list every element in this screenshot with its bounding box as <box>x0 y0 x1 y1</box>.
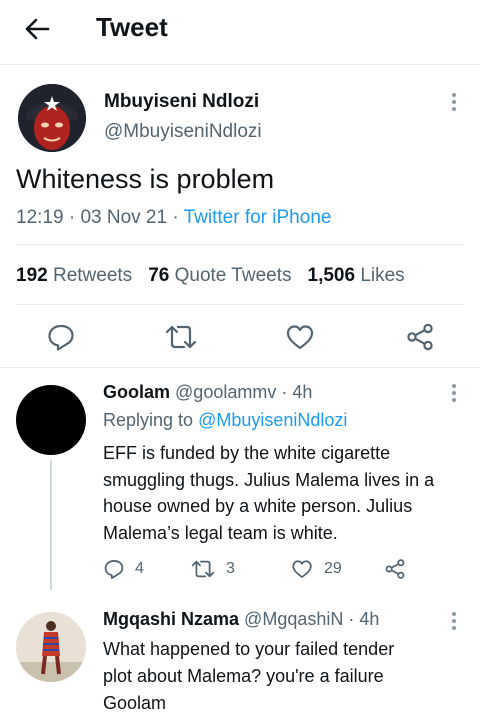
retweets-label: Retweets <box>52 265 133 286</box>
author-handle[interactable]: @MbuyiseniNdlozi <box>104 121 262 143</box>
reply-text: EFF is funded by the white cigarette smu… <box>103 440 434 546</box>
actions-divider <box>0 367 480 368</box>
reply-retweets-count: 3 <box>226 560 235 577</box>
replying-to-label: Replying to <box>103 410 194 430</box>
share-icon <box>385 559 405 579</box>
reply-replies-count: 4 <box>135 560 144 577</box>
retweet-icon <box>191 560 215 578</box>
avatar-illustration <box>18 84 86 152</box>
reply-age: 4h <box>292 382 313 402</box>
reply-more-icon[interactable] <box>451 384 457 402</box>
thread-line <box>50 460 52 590</box>
tweet-stats: 192 Retweets 76 Quote Tweets 1,506 Likes <box>16 265 405 287</box>
share-button[interactable] <box>405 322 435 352</box>
back-button[interactable] <box>22 14 56 44</box>
tweet-text: Whiteness is problem <box>16 164 275 194</box>
reply-header: Mgqashi Nzama @MgqashiN · 4h <box>103 609 379 630</box>
reply-like-button[interactable]: 29 <box>290 558 342 580</box>
reply-header: Goolam @goolammv · 4h <box>103 382 312 403</box>
quotes-label: Quote Tweets <box>174 265 292 286</box>
more-options-icon[interactable] <box>451 93 457 111</box>
reply-share-button[interactable] <box>384 558 406 580</box>
replying-to-link[interactable]: @MbuyiseniNdlozi <box>198 410 347 430</box>
reply-icon <box>104 560 124 580</box>
retweet-button[interactable] <box>164 322 198 352</box>
reply-more-icon[interactable] <box>451 612 457 630</box>
reply-reply-button[interactable]: 4 <box>103 558 144 580</box>
author-name[interactable]: Mbuyiseni Ndlozi <box>104 91 259 113</box>
avatar-photo <box>16 612 86 682</box>
tweet-meta: 12:19 · 03 Nov 21 · Twitter for iPhone <box>16 207 331 229</box>
reply-author-name[interactable]: Goolam <box>103 382 170 402</box>
reply-text-line: smuggling thugs. Julius Malema lives in … <box>103 469 435 490</box>
tweet-source-link[interactable]: Twitter for iPhone <box>184 207 332 228</box>
reply-sep: · <box>348 609 355 629</box>
likes-count: 1,506 <box>307 265 356 286</box>
arrow-left-icon <box>25 18 50 40</box>
reply-text-line: plot about Malema? you're a failure <box>103 666 384 686</box>
stats-divider <box>16 304 464 305</box>
header-divider <box>0 64 480 65</box>
tweet-time: 12:19 <box>16 207 64 228</box>
reply-avatar[interactable] <box>16 612 86 682</box>
retweets-count: 192 <box>16 265 48 286</box>
reply-icon <box>48 324 74 351</box>
reply-author-handle[interactable]: @MgqashiN <box>244 609 343 629</box>
reply-text-line: What happened to your failed tender <box>103 639 395 659</box>
avatar[interactable] <box>18 84 86 152</box>
reply-author-handle[interactable]: @goolammv <box>175 382 276 402</box>
likes-stat[interactable]: 1,506 Likes <box>308 265 405 286</box>
reply-likes-count: 29 <box>324 560 342 577</box>
like-button[interactable] <box>285 322 315 352</box>
meta-sep: · <box>68 207 76 228</box>
quotes-stat[interactable]: 76 Quote Tweets <box>148 265 291 286</box>
reply-age: 4h <box>359 609 380 629</box>
reply-sep: · <box>281 382 288 402</box>
tweet-date: 03 Nov 21 <box>80 207 168 228</box>
retweet-icon <box>165 325 197 349</box>
meta-sep: · <box>172 207 179 228</box>
retweets-stat[interactable]: 192 Retweets <box>16 265 132 286</box>
reply-author-name[interactable]: Mgqashi Nzama <box>103 609 239 629</box>
reply-text-line: Goolam <box>103 693 167 713</box>
page-title: Tweet <box>96 12 168 42</box>
reply-text-line: house owned by a white person. Julius <box>103 496 413 516</box>
heart-icon <box>286 325 314 350</box>
heart-icon <box>292 560 312 578</box>
share-icon <box>407 323 433 351</box>
meta-divider <box>16 244 464 245</box>
quotes-count: 76 <box>148 265 170 286</box>
reply-text-line: EFF is funded by the white cigarette <box>103 443 391 463</box>
reply-avatar[interactable] <box>16 385 86 455</box>
likes-label: Likes <box>360 265 405 286</box>
reply-button[interactable] <box>46 322 76 352</box>
replying-to: Replying to @MbuyiseniNdlozi <box>103 410 347 431</box>
reply-text-line: Malema’s legal team is white. <box>103 522 338 543</box>
reply-retweet-button[interactable]: 3 <box>190 558 235 580</box>
reply-text: What happened to your failed tender plot… <box>103 636 394 717</box>
